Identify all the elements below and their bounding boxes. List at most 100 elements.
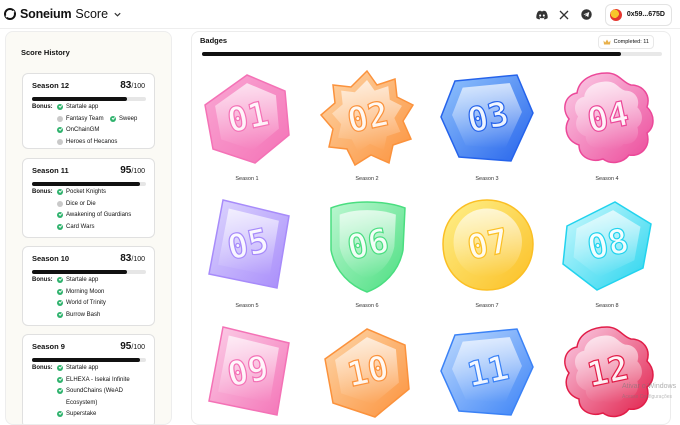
season-progress-bar	[32, 358, 146, 362]
badge-number: 06	[344, 221, 392, 269]
badge-art: 01	[204, 74, 290, 164]
badge-season-03[interactable]: 03 Season 3	[437, 65, 537, 183]
badge-season-12[interactable]: 12	[557, 319, 657, 424]
badge-label: Season 6	[355, 303, 379, 309]
badge-season-10[interactable]: 10	[317, 319, 417, 424]
bonus-item: ELHEXA - Isekai Infinite	[57, 376, 130, 383]
bonus-item: OnChainGM	[57, 127, 99, 133]
season-card: Season 12 83/100 Bonus: Startale app Fant…	[22, 73, 155, 149]
season-name: Season 12	[32, 81, 70, 90]
bonus-item-label: Fantasy Team	[66, 115, 104, 122]
badge-label: Season 5	[235, 303, 259, 309]
season-progress-fill	[32, 182, 141, 186]
activate-windows-watermark-sub: Acesse Configurações	[622, 394, 673, 400]
badge-number: 03	[464, 94, 512, 142]
bonus-item: Fantasy Team	[57, 115, 104, 122]
badge-number: 02	[344, 94, 392, 142]
bonus-item-label: Startale app	[66, 277, 99, 283]
bonus-item: Heroes of Hecanos	[57, 138, 117, 145]
bonus-item-label: OnChainGM	[66, 127, 100, 133]
badge-season-07[interactable]: 07 Season 7	[437, 192, 537, 310]
badge-label: Season 7	[475, 303, 499, 309]
bonus-item: Burrow Bash	[57, 311, 101, 318]
badges-progress-bar	[202, 52, 662, 56]
pending-icon	[57, 115, 63, 122]
bonus-item: Awakening of Guardians	[57, 212, 131, 218]
badge-season-09[interactable]: 09	[197, 319, 297, 424]
badges-progress-fill	[202, 52, 621, 56]
pending-icon	[57, 138, 63, 145]
bonus-item: SoundChains (WeAD	[57, 388, 123, 394]
activate-windows-watermark: Ativar o Windows	[622, 383, 677, 390]
bonus-item: Startale app	[57, 104, 98, 110]
badge-number: 05	[224, 221, 272, 269]
season-progress-fill	[32, 270, 127, 274]
bonus-item: Ecosystem)	[66, 400, 97, 406]
wallet-button[interactable]: 0x59...675D	[604, 3, 672, 26]
telegram-icon[interactable]	[580, 8, 593, 21]
bonus-item-label: Dice or Die	[66, 200, 96, 207]
bonus-item: Dice or Die	[57, 200, 96, 207]
badge-art: 04	[564, 72, 654, 164]
bonus-item: Sweep	[110, 115, 138, 122]
badge-season-11[interactable]: 11	[437, 319, 537, 424]
badge-season-01[interactable]: 01 Season 1	[197, 65, 297, 183]
bonus-item-label: ELHEXA - Isekai Infinite	[66, 376, 130, 383]
wallet-address: 0x59...675D	[626, 11, 665, 18]
discord-icon[interactable]	[536, 8, 549, 21]
check-icon	[57, 223, 63, 230]
check-icon	[57, 189, 63, 195]
badge-label: Season 8	[595, 303, 619, 309]
badge-art: 10	[324, 328, 410, 418]
check-icon	[57, 288, 63, 295]
season-name: Season 11	[32, 166, 69, 175]
completed-badge: Completed: 11	[597, 35, 654, 49]
bonus-item-label: Sweep	[119, 115, 138, 122]
bonus-item-label: Burrow Bash	[66, 311, 101, 318]
season-score: 83/100	[120, 80, 145, 91]
check-icon	[57, 277, 63, 283]
badge-number: 01	[224, 94, 272, 142]
check-icon	[57, 388, 63, 394]
check-icon	[57, 365, 63, 371]
badge-season-04[interactable]: 04 Season 4	[557, 65, 657, 183]
score-history-panel[interactable]: Score History Season 12 83/100 Bonus: St…	[5, 31, 172, 425]
soneium-logo-icon	[4, 8, 16, 20]
badge-number: 07	[464, 221, 512, 269]
badge-art: 05	[208, 199, 290, 289]
bonus-item: Superstake	[57, 411, 96, 417]
badge-art: 06	[330, 201, 406, 293]
check-icon	[110, 115, 116, 122]
check-icon	[57, 411, 63, 417]
bonus-item: Morning Moon	[57, 288, 104, 295]
season-progress-fill	[32, 358, 141, 362]
badge-art: 07	[442, 199, 534, 291]
badges-title: Badges	[200, 36, 228, 45]
season-progress-bar	[32, 182, 146, 186]
completed-count: Completed: 11	[613, 39, 649, 45]
bonus-label: Bonus:	[32, 104, 53, 110]
score-history-title: Score History	[21, 48, 70, 57]
check-icon	[57, 311, 63, 318]
badge-art: 12	[564, 326, 654, 418]
badge-art: 11	[440, 328, 534, 416]
x-icon[interactable]	[558, 8, 571, 21]
badge-season-02[interactable]: 02 Season 2	[317, 65, 417, 183]
badge-season-05[interactable]: 05 Season 5	[197, 192, 297, 310]
top-bar: Soneium Score 0x59...675D	[0, 0, 680, 29]
bonus-item-label: Card Wars	[66, 223, 95, 230]
brand-name: Soneium	[20, 7, 72, 21]
bonus-item: Card Wars	[57, 223, 95, 230]
check-icon	[57, 104, 63, 110]
badge-number: 10	[344, 348, 392, 396]
badge-number: 09	[224, 348, 272, 396]
check-icon	[57, 212, 63, 218]
season-score: 83/100	[120, 253, 145, 264]
season-name: Season 9	[32, 342, 65, 351]
check-icon	[57, 376, 63, 383]
app-switcher[interactable]: Soneium Score	[4, 7, 122, 21]
badge-season-08[interactable]: 08 Season 8	[557, 192, 657, 310]
badge-season-06[interactable]: 06 Season 6	[317, 192, 417, 310]
badges-panel[interactable]: Badges Completed: 11 01 Season 1 02 Seas…	[191, 31, 671, 425]
chevron-down-icon	[114, 12, 121, 17]
